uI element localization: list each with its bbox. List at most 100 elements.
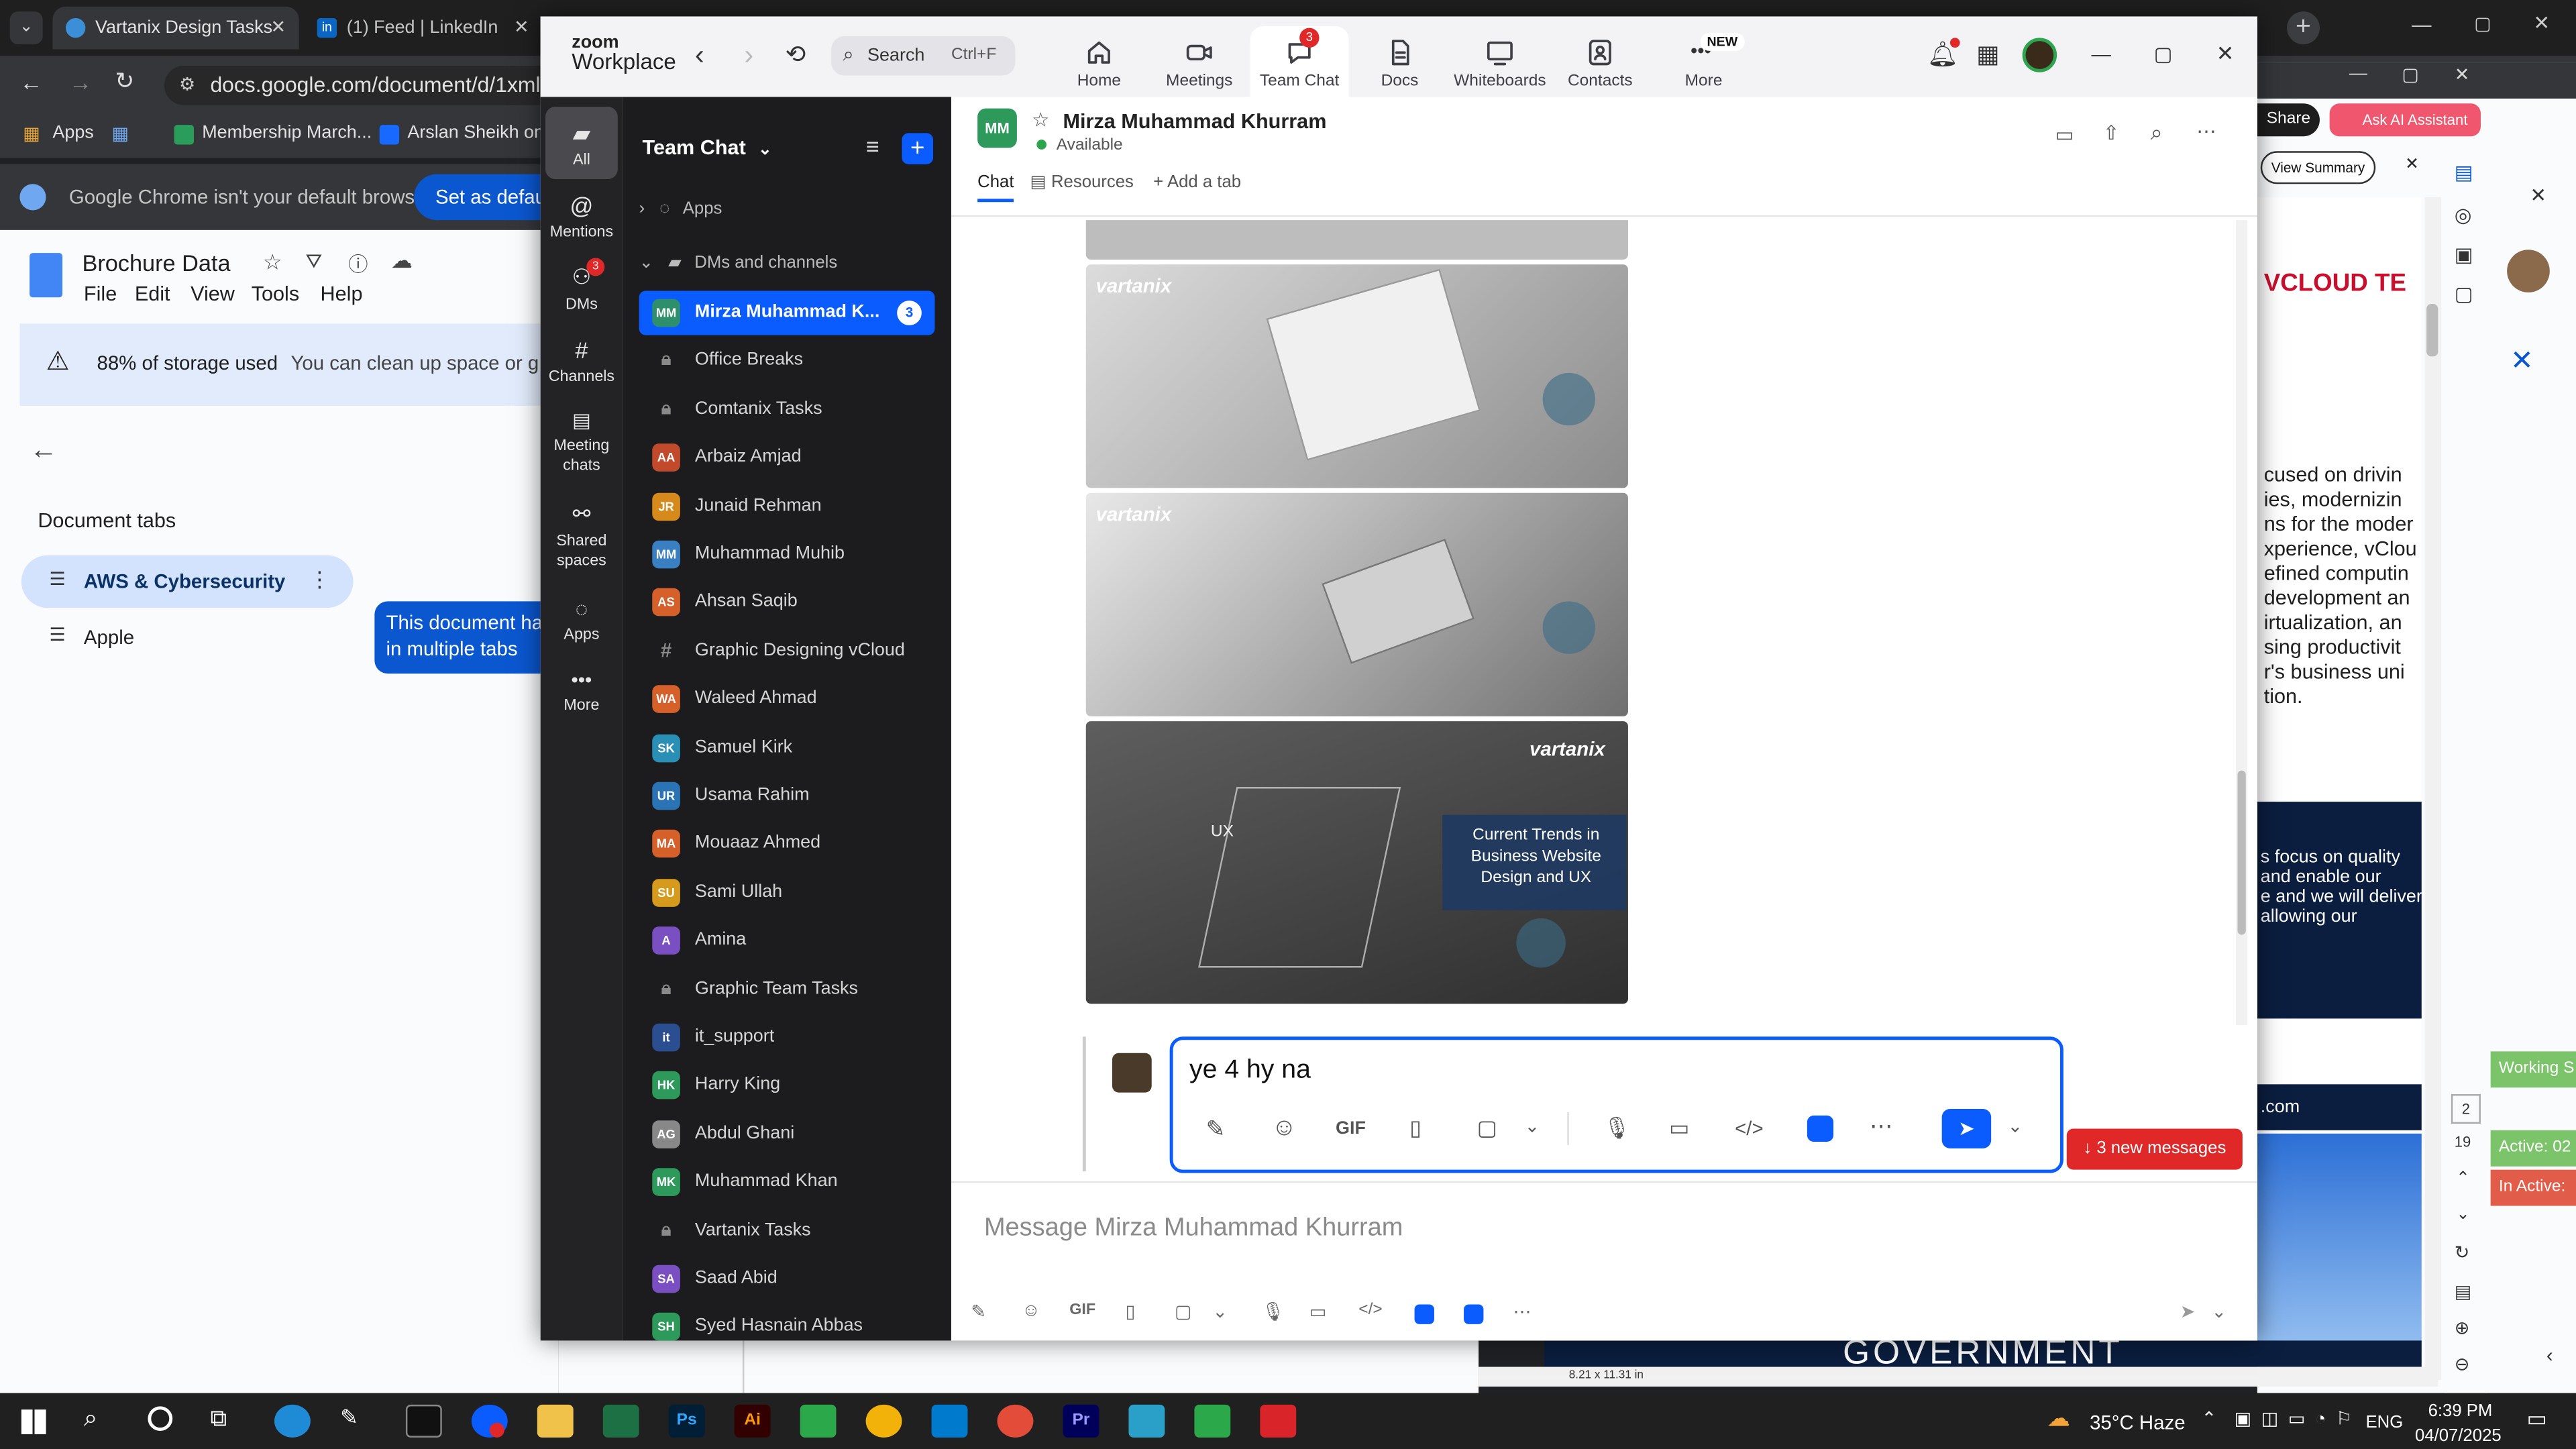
minimize-icon[interactable]: — — [2092, 43, 2111, 66]
menu-file[interactable]: File — [84, 282, 117, 305]
acrobat-icon[interactable] — [1260, 1404, 1297, 1438]
format-icon[interactable]: ✎ — [1206, 1116, 1226, 1144]
app-icon[interactable] — [1464, 1304, 1484, 1324]
send-button[interactable]: ➤ — [1941, 1109, 1992, 1148]
search-icon[interactable]: ⌕ — [2151, 120, 2163, 146]
more-horizontal-icon[interactable]: ⋯ — [2196, 120, 2216, 143]
doc-tab-apple[interactable]: ☰ Apple — [21, 614, 354, 661]
illustrator-icon[interactable]: Ai — [734, 1404, 771, 1438]
gif-button[interactable]: GIF — [1336, 1119, 1366, 1138]
star-icon[interactable]: ☆ — [1032, 109, 1049, 131]
message-image[interactable]: vartanix — [1085, 492, 1628, 716]
nav-contacts[interactable]: Contacts — [1551, 26, 1650, 92]
nav-team-chat[interactable]: 3 Team Chat — [1250, 26, 1349, 97]
contact-row[interactable]: HK Harry King — [639, 1063, 935, 1108]
windows-start-icon[interactable] — [21, 1409, 46, 1434]
video-icon[interactable]: ▭ — [2055, 123, 2074, 146]
rail-apps[interactable]: ◌ Apps — [545, 596, 618, 644]
chevron-up-icon[interactable]: ⌃ — [2456, 1170, 2470, 1188]
close-window-icon[interactable]: ✕ — [2533, 11, 2550, 34]
rail-all[interactable]: ▰ All — [545, 107, 618, 179]
contact-row[interactable]: 🔒︎ Graphic Team Tasks — [639, 967, 935, 1011]
contact-row[interactable]: MK Muhammad Khan — [639, 1160, 935, 1204]
code-icon[interactable]: </> — [1735, 1117, 1764, 1140]
ask-ai-button[interactable]: Ask AI Assistant — [2329, 103, 2481, 137]
search-box[interactable]: ⌕ Search Ctrl+F — [831, 36, 1016, 76]
nav-more[interactable]: ••• NEW More — [1654, 26, 1753, 92]
scroll-thumb[interactable] — [2426, 304, 2438, 357]
more-horizontal-icon[interactable]: ⋯ — [1870, 1112, 1892, 1140]
close-icon[interactable]: ✕ — [2455, 64, 2470, 85]
profile-avatar[interactable] — [2507, 250, 2550, 292]
video-message-icon[interactable]: ▭ — [1669, 1116, 1689, 1142]
clock-time[interactable]: 6:39 PM — [2428, 1401, 2493, 1421]
rail-shared-spaces[interactable]: ⚯ Shared spaces — [545, 501, 618, 572]
maximize-icon[interactable]: ▢ — [2474, 13, 2491, 34]
close-icon[interactable]: ✕ — [271, 7, 286, 50]
emoji-icon[interactable]: ☺ — [1022, 1301, 1040, 1321]
chevron-down-icon[interactable]: ⌄ — [2211, 1301, 2226, 1322]
contact-row[interactable]: MA Mouaaz Ahmed — [639, 822, 935, 866]
chat-header-name[interactable]: Mirza Muhammad Khurram — [1063, 110, 1326, 133]
zoom-in-icon[interactable]: ⊕ — [2455, 1318, 2470, 1339]
scrollbar-v[interactable] — [2424, 197, 2442, 1381]
contact-row[interactable]: WA Waleed Ahmad — [639, 677, 935, 721]
share-screen-icon[interactable]: ⇧ — [2103, 121, 2120, 144]
bookmark-item[interactable]: Membership March... — [202, 123, 372, 143]
view-summary-button[interactable]: View Summary — [2260, 151, 2376, 184]
apps-grid-icon[interactable]: ▦ — [23, 123, 40, 144]
zoom-out-icon[interactable]: ⊖ — [2455, 1354, 2470, 1375]
notifications-icon[interactable]: ▭ — [2527, 1406, 2547, 1432]
compose-button[interactable]: + — [902, 133, 934, 164]
menu-help[interactable]: Help — [321, 282, 363, 305]
contact-row[interactable]: SA Saad Abid — [639, 1256, 935, 1301]
section-apps[interactable]: › ◌ Apps — [639, 199, 722, 218]
nav-meetings[interactable]: Meetings — [1150, 26, 1248, 92]
more-vert-icon[interactable]: ⋮ — [309, 567, 330, 593]
calendar-icon[interactable]: ▤ — [2455, 161, 2473, 184]
contact-row[interactable]: A Amina — [639, 918, 935, 963]
cortana-icon[interactable] — [148, 1406, 173, 1432]
move-icon[interactable]: ⛛ — [306, 250, 323, 274]
new-tab-icon[interactable]: + — [2286, 11, 2320, 45]
nav-docs[interactable]: Docs — [1350, 26, 1449, 92]
message-image[interactable]: vartanix UX Current Trends in Business W… — [1085, 721, 1628, 1004]
close-icon[interactable]: ✕ — [2216, 41, 2235, 67]
edge-icon[interactable] — [274, 1404, 311, 1438]
task-view-icon[interactable]: ⧉ — [210, 1405, 226, 1433]
chrome-icon[interactable] — [865, 1404, 902, 1438]
tab-resources[interactable]: ▤ Resources — [1030, 172, 1134, 192]
tab-add[interactable]: + Add a tab — [1153, 172, 1241, 192]
close-icon[interactable]: ✕ — [514, 7, 529, 50]
file-icon[interactable]: ▯ — [1409, 1116, 1421, 1142]
mic-icon[interactable]: 🎙︎ — [1262, 1301, 1285, 1322]
back-chevron-icon[interactable]: ‹ — [695, 40, 704, 72]
screenshot-icon[interactable]: ▢ — [1175, 1301, 1191, 1322]
rail-meeting-chats[interactable]: ▤ Meeting chats — [545, 409, 618, 476]
contact-row[interactable]: AS Ahsan Saqib — [639, 580, 935, 625]
mic-icon[interactable]: 🎙︎ — [1603, 1116, 1630, 1142]
doc-tab-aws[interactable]: ☰ AWS & Cybersecurity ⋮ — [21, 555, 354, 608]
code-icon[interactable]: </> — [1358, 1301, 1382, 1320]
chevron-down-icon[interactable]: ⌄ — [2008, 1116, 2023, 1136]
tray-icons[interactable]: ▣◫▭◔⚐ — [2235, 1408, 2362, 1429]
app-blue-icon[interactable] — [1128, 1404, 1165, 1438]
rail-more[interactable]: ••• More — [545, 669, 618, 715]
contact-row[interactable]: AA Arbaiz Amjad — [639, 435, 935, 480]
photoshop-icon[interactable]: Ps — [668, 1404, 705, 1438]
format-icon[interactable]: ✎ — [971, 1301, 986, 1322]
keep-icon[interactable]: ◎ — [2455, 204, 2472, 227]
chevron-down-icon[interactable]: ⌄ — [1212, 1301, 1228, 1322]
section-dms[interactable]: ⌄ ▰ DMs and channels — [639, 253, 838, 272]
maximize-icon[interactable]: ▢ — [2154, 43, 2173, 66]
contact-row[interactable]: AG Abdul Ghani — [639, 1112, 935, 1156]
browser-tab[interactable]: Vartanix Design Tasks ✕ — [52, 6, 299, 50]
terminal-icon[interactable] — [405, 1404, 442, 1438]
weather-text[interactable]: 35°C Haze — [2090, 1411, 2185, 1434]
sidebar-title[interactable]: Team Chat ⌄ — [643, 136, 772, 159]
video-message-icon[interactable]: ▭ — [1309, 1301, 1326, 1322]
contact-row[interactable]: SU Sami Ullah — [639, 870, 935, 914]
file-explorer-icon[interactable] — [537, 1404, 574, 1438]
excel-icon[interactable] — [602, 1404, 639, 1438]
search-icon[interactable]: ⌕ — [84, 1405, 98, 1433]
